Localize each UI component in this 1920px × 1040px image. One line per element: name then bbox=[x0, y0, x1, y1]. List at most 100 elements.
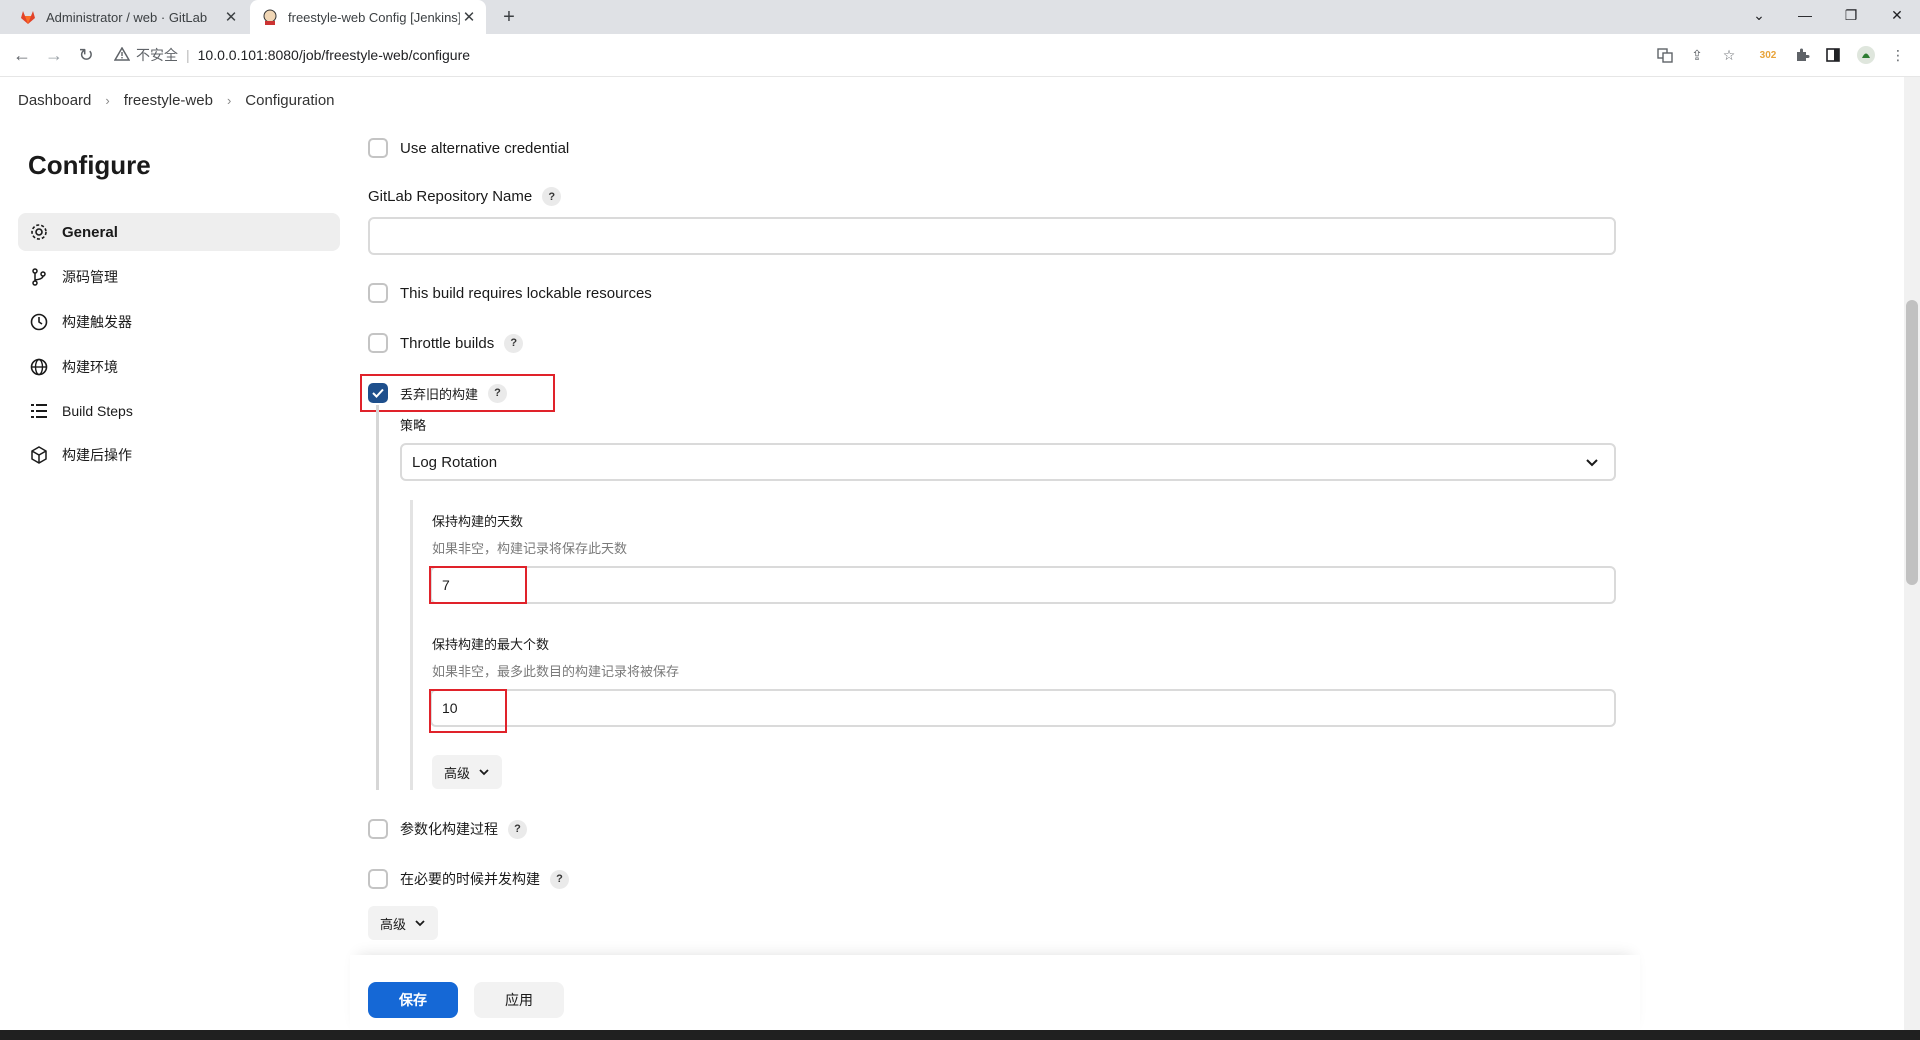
chevron-right-icon: › bbox=[105, 92, 110, 108]
gear-icon bbox=[28, 221, 50, 243]
chevron-down-icon bbox=[479, 769, 489, 776]
translate-icon[interactable] bbox=[1655, 45, 1675, 65]
gitlab-repo-input[interactable] bbox=[368, 217, 1616, 255]
timer-icon bbox=[28, 311, 50, 333]
breadcrumb-configuration[interactable]: Configuration bbox=[245, 92, 334, 109]
help-icon[interactable]: ? bbox=[508, 819, 527, 839]
nested-section-bar bbox=[376, 405, 379, 790]
jenkins-icon bbox=[262, 9, 278, 25]
profile-avatar[interactable] bbox=[1856, 45, 1876, 65]
browser-menu-icon[interactable]: ⋮ bbox=[1888, 45, 1908, 65]
cube-icon bbox=[28, 444, 50, 466]
gitlab-repo-label: GitLab Repository Name ? bbox=[368, 187, 562, 206]
tab-gitlab[interactable]: Administrator / web · GitLab ✕ bbox=[8, 0, 248, 34]
sidebar-item-environment[interactable]: 构建环境 bbox=[18, 348, 340, 386]
security-status: 不安全 bbox=[136, 47, 178, 63]
back-icon[interactable]: ← bbox=[8, 41, 36, 69]
concurrent-row: 在必要的时候并发构建 ? bbox=[368, 869, 569, 889]
browser-tab-bar: Administrator / web · GitLab ✕ freestyle… bbox=[0, 0, 1920, 34]
strategy-value: Log Rotation bbox=[412, 453, 498, 471]
chevron-right-icon: › bbox=[226, 92, 232, 108]
globe-icon bbox=[28, 356, 50, 378]
os-taskbar bbox=[0, 1030, 1920, 1040]
advanced-outer-button[interactable]: 高级 bbox=[368, 906, 439, 940]
parameterized-checkbox[interactable] bbox=[368, 819, 388, 839]
sidebar-item-label: 构建环境 bbox=[62, 359, 118, 375]
branch-icon bbox=[28, 266, 50, 288]
use-alt-credential-row: Use alternative credential bbox=[368, 138, 569, 158]
list-icon bbox=[28, 400, 50, 422]
strategy-select[interactable]: Log Rotation bbox=[400, 443, 1616, 481]
share-icon[interactable]: ⇪ bbox=[1687, 45, 1707, 65]
tab-jenkins-config[interactable]: freestyle-web Config [Jenkins] ✕ bbox=[250, 0, 486, 34]
apply-button[interactable]: 应用 bbox=[474, 982, 564, 1018]
forward-icon[interactable]: → bbox=[40, 41, 68, 69]
restore-button[interactable]: ❐ bbox=[1828, 0, 1874, 30]
tab-title: Administrator / web · GitLab bbox=[46, 9, 208, 25]
advanced-inner-button[interactable]: 高级 bbox=[432, 755, 503, 789]
close-tab-icon[interactable]: ✕ bbox=[460, 8, 478, 26]
close-window-button[interactable]: ✕ bbox=[1874, 0, 1920, 30]
tab-title: freestyle-web Config [Jenkins] bbox=[288, 9, 460, 25]
gitlab-icon bbox=[20, 9, 36, 25]
sidebar-item-triggers[interactable]: 构建触发器 bbox=[18, 303, 340, 341]
help-icon[interactable]: ? bbox=[542, 187, 562, 206]
sidebar-item-general[interactable]: General bbox=[18, 213, 340, 251]
side-panel-icon[interactable] bbox=[1823, 45, 1843, 65]
nested-subsection-bar bbox=[410, 500, 413, 790]
highlight-box bbox=[360, 374, 555, 412]
save-button[interactable]: 保存 bbox=[368, 982, 458, 1018]
sidebar-item-label: General bbox=[62, 223, 118, 241]
use-alt-credential-checkbox[interactable] bbox=[368, 138, 388, 158]
tab-search-icon[interactable]: ⌄ bbox=[1736, 0, 1782, 30]
max-builds-label: 保持构建的最大个数 bbox=[432, 637, 550, 652]
address-bar[interactable]: 不安全 | 10.0.0.101:8080/job/freestyle-web/… bbox=[110, 40, 1230, 70]
throttle-row: Throttle builds ? bbox=[368, 333, 524, 353]
sidebar-item-build-steps[interactable]: Build Steps bbox=[18, 392, 340, 430]
max-builds-input[interactable]: 10 bbox=[430, 689, 1616, 727]
breadcrumb: Dashboard › freestyle-web › Configuratio… bbox=[0, 77, 1920, 123]
help-icon[interactable]: ? bbox=[550, 869, 569, 889]
days-to-keep-input[interactable]: 7 bbox=[430, 566, 1616, 604]
extension-302-icon[interactable]: 302 bbox=[1758, 45, 1778, 65]
days-to-keep-description: 如果非空，构建记录将保存此天数 bbox=[432, 541, 628, 556]
address-divider: | bbox=[186, 47, 190, 63]
sidebar-item-label: 构建后操作 bbox=[62, 447, 132, 463]
help-icon[interactable]: ? bbox=[504, 333, 524, 353]
checkbox-label: 参数化构建过程 bbox=[400, 821, 498, 837]
new-tab-button[interactable]: + bbox=[496, 4, 522, 30]
concurrent-checkbox[interactable] bbox=[368, 869, 388, 889]
sidebar-item-label: 源码管理 bbox=[62, 269, 118, 285]
close-tab-icon[interactable]: ✕ bbox=[222, 8, 240, 26]
url-text: 10.0.0.101:8080/job/freestyle-web/config… bbox=[197, 47, 471, 63]
chevron-down-icon bbox=[415, 920, 425, 927]
lockable-checkbox[interactable] bbox=[368, 283, 388, 303]
breadcrumb-dashboard[interactable]: Dashboard bbox=[18, 92, 91, 109]
sidebar-item-post-build[interactable]: 构建后操作 bbox=[18, 436, 340, 474]
max-builds-description: 如果非空，最多此数目的构建记录将被保存 bbox=[432, 664, 680, 679]
throttle-checkbox[interactable] bbox=[368, 333, 388, 353]
sidebar-item-source[interactable]: 源码管理 bbox=[18, 258, 340, 296]
breadcrumb-job[interactable]: freestyle-web bbox=[124, 92, 213, 109]
extensions-puzzle-icon[interactable] bbox=[1792, 45, 1812, 65]
reload-icon[interactable]: ↻ bbox=[72, 41, 100, 69]
highlight-box bbox=[429, 566, 527, 604]
strategy-label: 策略 bbox=[400, 418, 427, 433]
highlight-box bbox=[429, 689, 507, 733]
sidebar-item-label: 构建触发器 bbox=[62, 314, 132, 330]
checkbox-label: 在必要的时候并发构建 bbox=[400, 871, 540, 887]
page-title: Configure bbox=[28, 150, 151, 180]
warning-icon bbox=[113, 46, 131, 64]
browser-toolbar: ← → ↻ 不安全 | 10.0.0.101:8080/job/freestyl… bbox=[0, 34, 1920, 77]
scrollbar-thumb[interactable] bbox=[1906, 300, 1918, 585]
lockable-row: This build requires lockable resources bbox=[368, 283, 652, 303]
parameterized-row: 参数化构建过程 ? bbox=[368, 819, 527, 839]
minimize-button[interactable]: — bbox=[1782, 0, 1828, 30]
button-label: 高级 bbox=[380, 916, 407, 932]
checkbox-label: Throttle builds bbox=[400, 334, 495, 352]
sidebar-item-label: Build Steps bbox=[62, 403, 133, 419]
field-label: GitLab Repository Name bbox=[368, 188, 533, 205]
bookmark-star-icon[interactable]: ☆ bbox=[1719, 45, 1739, 65]
chevron-down-icon bbox=[1584, 454, 1600, 474]
checkbox-label: This build requires lockable resources bbox=[400, 284, 652, 302]
